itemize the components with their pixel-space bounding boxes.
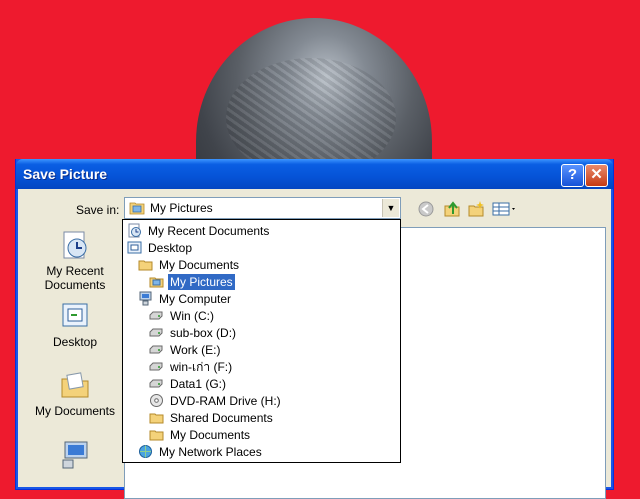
place-my-documents[interactable]: My Documents (26, 369, 124, 418)
place-desktop[interactable]: Desktop (26, 300, 124, 349)
drive-icon (149, 311, 163, 320)
network-icon (139, 445, 152, 458)
dvd-drive-icon (150, 394, 163, 407)
dropdown-item-label: My Recent Documents (148, 224, 270, 238)
title-bar[interactable]: Save Picture ? ✕ (16, 159, 613, 189)
folder-icon (138, 260, 153, 271)
save-in-combobox[interactable]: My Pictures ▼ (124, 197, 401, 219)
dropdown-item-label: win-เก่า (F:) (170, 360, 233, 374)
chevron-down-icon[interactable]: ▼ (382, 199, 399, 217)
desktop-icon (127, 241, 142, 254)
close-button[interactable]: ✕ (585, 164, 608, 187)
new-folder-icon[interactable] (467, 200, 485, 218)
views-menu-icon[interactable] (492, 200, 518, 218)
pictures-folder-icon (129, 202, 145, 215)
dropdown-item-label: sub-box (D:) (170, 326, 237, 340)
drive-icon (149, 379, 163, 388)
help-button[interactable]: ? (561, 164, 584, 187)
place-recent-documents[interactable]: My Recent Documents (26, 229, 124, 292)
save-in-dropdown-list: My Recent Documents Desktop My Documents… (122, 219, 401, 463)
dropdown-item-label: DVD-RAM Drive (H:) (170, 394, 281, 408)
computer-icon (62, 441, 88, 469)
pictures-folder-icon (149, 277, 164, 288)
folder-icon (149, 430, 164, 441)
up-folder-icon[interactable] (443, 200, 461, 218)
recent-documents-icon (63, 231, 87, 259)
place-label: Desktop (52, 335, 98, 349)
dropdown-item-label: Data1 (G:) (170, 377, 227, 391)
desktop-icon (62, 303, 88, 327)
places-bar: My Recent Documents Desktop My Documents (26, 224, 124, 494)
place-label: My Documents (34, 404, 116, 418)
save-in-label: Save in: (76, 203, 120, 217)
my-documents-icon (61, 372, 89, 398)
recent-documents-icon (128, 223, 141, 238)
dropdown-item-label: Win (C:) (170, 309, 214, 323)
dropdown-item-label: Desktop (148, 241, 193, 255)
dropdown-item-label: My Documents (159, 258, 240, 272)
save-in-value: My Pictures (150, 201, 213, 215)
drive-icon (149, 362, 163, 371)
folder-icon (149, 413, 164, 424)
place-my-computer[interactable] (26, 438, 124, 473)
dropdown-item-label: My Computer (159, 292, 232, 306)
place-label: My Recent Documents (44, 264, 106, 292)
dropdown-item-label: My Pictures (167, 273, 236, 291)
computer-icon (139, 291, 152, 306)
dropdown-item-label: My Documents (170, 428, 251, 442)
back-arrow-icon[interactable] (417, 200, 435, 218)
dropdown-item-label: Shared Documents (170, 411, 273, 425)
drive-icon (149, 328, 163, 337)
dialog-title: Save Picture (23, 166, 108, 182)
drive-icon (149, 345, 163, 354)
dropdown-item-label: My Network Places (159, 445, 262, 459)
dropdown-item-label: Work (E:) (170, 343, 221, 357)
